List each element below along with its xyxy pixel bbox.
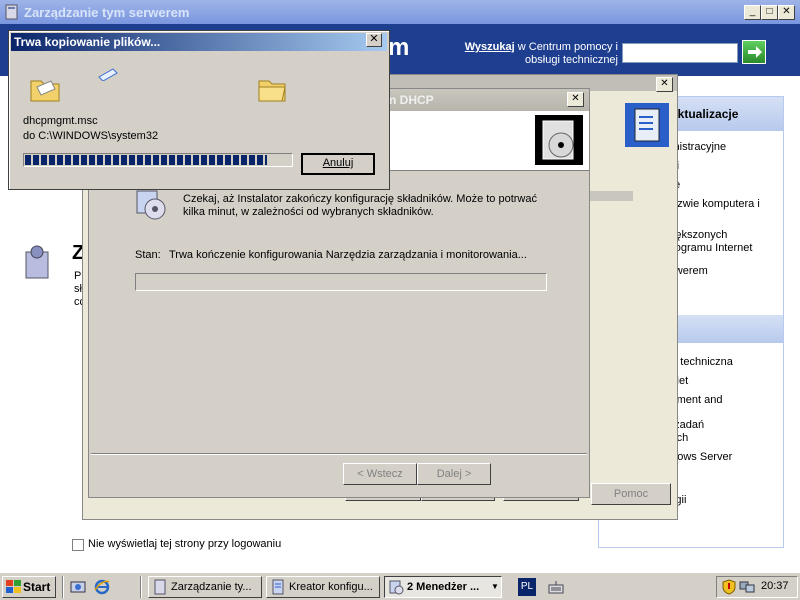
wizard-message: Czekaj, aż Instalator zakończy konfigura… [183,193,537,218]
security-shield-icon[interactable] [721,579,737,595]
flying-document-icon [98,68,118,81]
cancel-button[interactable]: Anuluj [301,153,375,175]
chevron-down-icon: ▼ [491,582,499,591]
wizard-progress-bar [135,273,547,291]
search-label-bold[interactable]: Wyszukaj [465,41,515,53]
search-go-button[interactable] [742,40,766,64]
install-cd-icon [535,115,583,165]
copy-progress-fill [25,155,267,165]
toolbar-separator [140,576,142,598]
main-title-bar: Zarządzanie tym serwerem _ □ ✕ [0,0,800,24]
taskbar-button-label: 2 Menedżer ... [407,581,480,593]
taskbar-button-config-wizard[interactable]: Kreator konfigu... [266,576,380,598]
copy-filename: dhcpmgmt.msc [23,115,98,127]
search-input[interactable] [622,43,738,63]
toolbar-separator [62,576,64,598]
server-icon [154,579,166,595]
server-icon [5,4,18,20]
wizard-close-button[interactable]: ✕ [567,92,584,107]
system-tray: 20:37 [716,576,798,598]
show-desktop-icon[interactable] [70,579,86,595]
network-icon[interactable] [739,579,755,595]
wizard-icon [272,579,284,595]
window-title: Zarządzanie tym serwerem [24,5,190,20]
status-text: Trwa kończenie konfigurowania Narzędzia … [169,249,527,261]
start-button[interactable]: Start [2,576,56,598]
dont-show-label[interactable]: Nie wyświetlaj tej strony przy logowaniu [88,538,281,550]
maximize-button[interactable]: □ [761,5,778,20]
copy-dialog-title-bar: Trwa kopiowanie plików... [11,33,387,51]
installer-cd-icon [136,190,166,220]
help-button[interactable]: Pomoc [591,483,671,505]
language-indicator[interactable]: PL [518,578,536,596]
copy-files-dialog: Trwa kopiowanie plików... ✕ dhcpmgmt.msc… [8,30,390,190]
back-button[interactable]: < Wstecz [343,463,417,485]
copy-dialog-title: Trwa kopiowanie plików... [14,35,161,49]
copy-progress-bar [23,153,293,167]
wizard-title: n DHCP [389,93,434,107]
next-button[interactable]: Dalej > [417,463,491,485]
back-window-close-button[interactable]: ✕ [656,77,673,92]
start-label: Start [23,580,51,594]
status-label: Stan: [135,249,161,261]
copy-destination: do C:\WINDOWS\system32 [23,130,159,142]
banner-title-fragment: m [388,34,410,61]
internet-explorer-icon[interactable] [94,579,110,595]
taskbar-button-server-management[interactable]: Zarządzanie ty... [148,576,262,598]
server-box-icon [25,245,49,279]
keyboard-layout-icon[interactable] [548,579,564,595]
cancel-button-label: Anuluj [322,157,354,169]
search-label-rest: w Centrum pomocy i obsługi technicznej [514,41,618,66]
taskbar-button-label: Kreator konfigu... [289,581,373,593]
source-folder-icon [30,80,60,102]
taskbar-button-label: Zarządzanie ty... [171,581,252,593]
installer-icon [389,580,404,595]
destination-folder-icon [258,80,286,102]
updates-header-text: aktualizacje [671,107,739,121]
clock: 20:37 [761,580,789,592]
taskbar: Start Zarządzanie ty... Kreator konfigu.… [0,572,800,600]
wizard-separator [91,453,587,455]
search-label: Wyszukaj w Centrum pomocy i obsługi tech… [456,41,618,67]
taskbar-button-group-manager[interactable]: 2 Menedżer ... ▼ [384,576,502,598]
dont-show-checkbox[interactable] [72,539,84,551]
copy-dialog-close-button[interactable]: ✕ [366,33,382,47]
close-button[interactable]: ✕ [778,5,795,20]
server-checklist-icon [625,103,669,147]
windows-logo-icon [6,580,21,593]
arrow-right-icon [748,46,762,58]
minimize-button[interactable]: _ [744,5,761,20]
